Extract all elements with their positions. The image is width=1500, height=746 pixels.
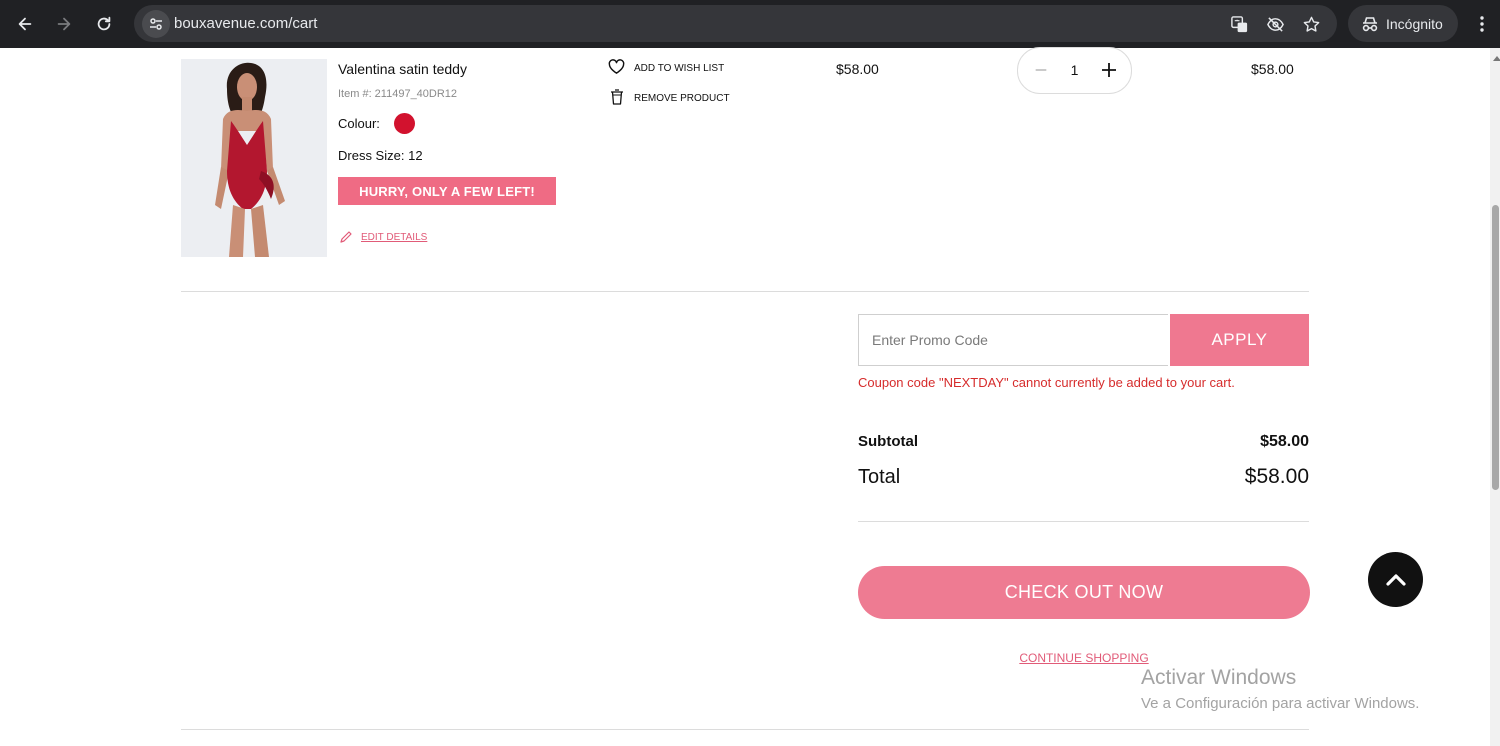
increase-quantity-button[interactable] [1100,61,1118,79]
footer-divider [181,729,1309,730]
arrow-left-icon [18,17,32,31]
total-value: $58.00 [1244,465,1309,488]
arrow-right-icon [57,17,71,31]
total-label: Total [858,466,901,488]
pencil-icon[interactable] [339,230,353,244]
unit-price: $58.00 [836,61,879,77]
translate-button[interactable] [1228,13,1250,35]
incognito-chip[interactable]: Incógnito [1348,5,1458,42]
size-label: Dress Size: [338,148,405,163]
plus-icon [1102,63,1116,77]
site-info-button[interactable] [142,10,170,38]
product-image[interactable] [181,59,327,257]
add-to-wish-list-link[interactable]: ADD TO WISH LIST [634,63,724,74]
windows-watermark-title: Activar Windows [1141,666,1297,689]
forward-button[interactable] [49,9,79,39]
reload-button[interactable] [89,9,119,39]
trash-icon[interactable] [610,89,624,105]
translate-icon [1230,15,1247,32]
continue-shopping-link[interactable]: CONTINUE SHOPPING [858,651,1310,665]
subtotal-label: Subtotal [858,433,918,450]
chevron-up-icon [1385,573,1406,586]
edit-details-link[interactable]: EDIT DETAILS [361,232,427,243]
coupon-error-message: Coupon code "NEXTDAY" cannot currently b… [858,375,1235,390]
browser-toolbar: bouxavenue.com/cart Incógnito [0,0,1500,48]
remove-product-link[interactable]: REMOVE PRODUCT [634,93,730,104]
subtotal-value: $58.00 [1260,433,1309,450]
checkout-button[interactable]: CHECK OUT NOW [858,566,1310,619]
product-sku: Item #: 211497_40DR12 [338,88,458,100]
product-photo [181,59,327,257]
promo-code-input[interactable] [858,314,1168,366]
address-bar[interactable]: bouxavenue.com/cart [134,5,1337,42]
line-total: $58.00 [1251,61,1294,77]
bookmark-button[interactable] [1300,13,1322,35]
eye-off-icon [1266,16,1284,32]
windows-watermark-subtitle: Ve a Configuración para activar Windows. [1141,695,1420,712]
tune-icon [150,18,162,30]
incognito-icon [1362,17,1378,32]
scroll-up-arrow-icon[interactable] [1493,56,1500,61]
back-to-top-button[interactable] [1368,552,1423,607]
size-value: 12 [408,148,423,163]
scrollbar-thumb[interactable] [1492,205,1499,490]
cart-divider [181,291,1309,292]
star-icon [1303,16,1319,32]
summary-divider [858,521,1309,522]
url-text[interactable]: bouxavenue.com/cart [174,15,317,32]
browser-menu-button[interactable] [1471,10,1493,38]
tracking-protection-button[interactable] [1264,13,1286,35]
incognito-label: Incógnito [1386,16,1443,32]
more-vert-icon [1480,16,1484,32]
size-row: Dress Size: 12 [338,148,423,163]
colour-swatch [394,113,415,134]
quantity-stepper: 1 [1017,47,1132,94]
heart-icon[interactable] [608,59,625,75]
back-button[interactable] [10,9,40,39]
low-stock-badge: HURRY, ONLY A FEW LEFT! [338,177,556,205]
product-name[interactable]: Valentina satin teddy [338,61,467,77]
colour-label: Colour: [338,116,380,131]
reload-icon [97,16,111,31]
apply-promo-button[interactable]: APPLY [1170,314,1309,366]
